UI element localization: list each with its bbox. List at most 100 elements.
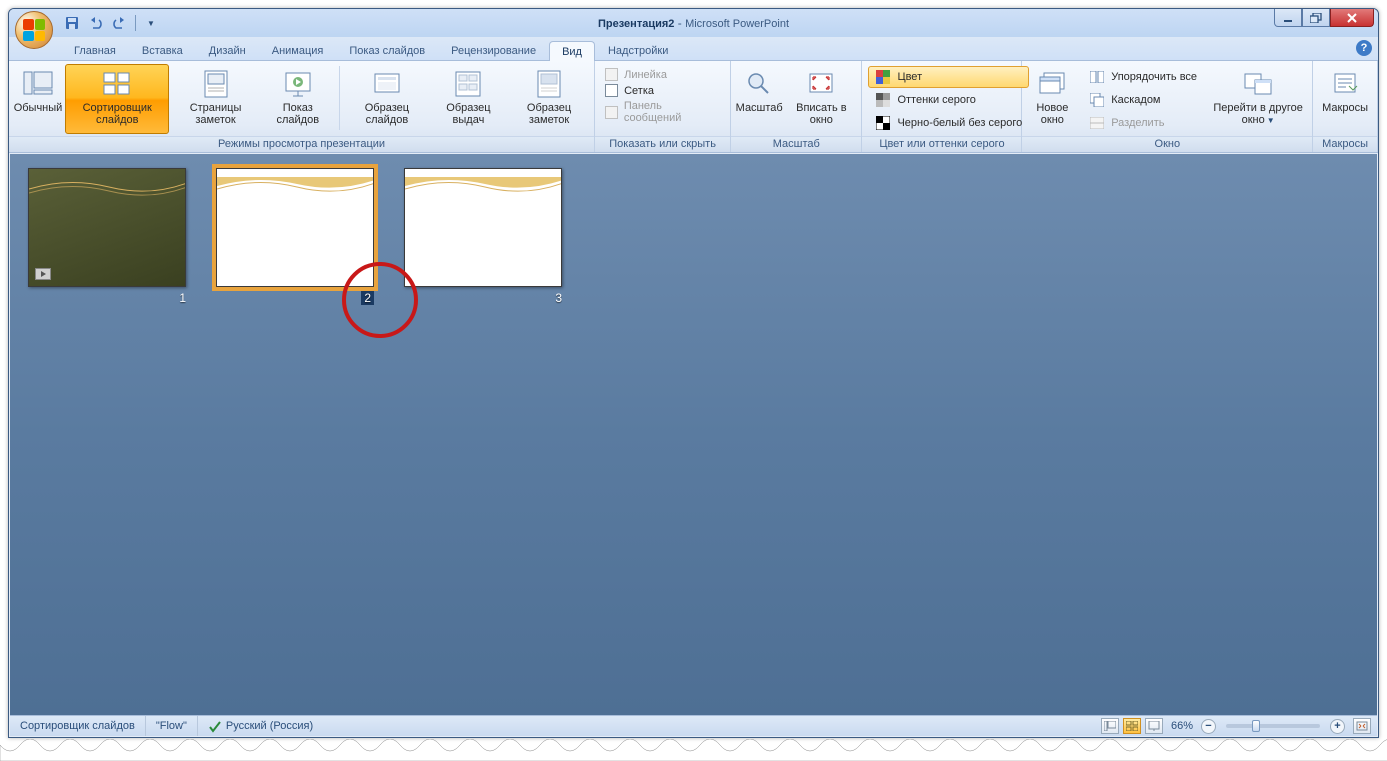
group-label-zoom: Масштаб [731,136,861,152]
zoom-in-button[interactable]: + [1330,719,1345,734]
slideshow-icon [284,71,312,97]
redo-icon [113,16,127,30]
zoom-icon [746,71,772,97]
slideshow-view-icon [1148,721,1160,731]
slide-master-icon [373,72,401,96]
fit-to-window-button[interactable]: Вписать в окно [785,64,857,134]
qat-separator [135,15,136,31]
switch-windows-button[interactable]: Перейти в другое окно▼ [1208,64,1308,134]
slide-thumb[interactable] [404,168,562,287]
normal-view-button[interactable]: Обычный [13,64,63,134]
notes-master-icon [537,70,561,98]
slide-wave-decor [405,177,562,197]
slideshow-button[interactable]: Показ слайдов [262,64,334,134]
split-icon [1089,115,1105,131]
customize-qat-button[interactable]: ▼ [140,12,162,34]
slide-number: 1 [179,291,186,305]
status-theme[interactable]: "Flow" [146,716,198,736]
dropdown-icon: ▼ [1267,116,1275,125]
normal-view-icon [23,71,53,97]
minimize-icon [1283,13,1293,23]
ribbon-tabs: Главная Вставка Дизайн Анимация Показ сл… [9,37,1378,61]
grayscale-button[interactable]: Оттенки серого [868,89,1029,111]
tab-addins[interactable]: Надстройки [595,40,681,60]
restore-button[interactable] [1302,9,1330,27]
ribbon: Обычный Сортировщик слайдов Страницы зам… [9,61,1378,153]
fit-icon [1356,721,1368,731]
arrange-all-button[interactable]: Упорядочить все [1082,66,1204,88]
gridlines-checkbox[interactable]: Сетка [605,84,720,97]
checkbox-icon [605,68,618,81]
zoom-button[interactable]: Масштаб [735,64,783,134]
notes-page-icon [204,70,228,98]
split-button: Разделить [1082,112,1204,134]
normal-view-shortcut[interactable] [1101,718,1119,734]
group-zoom: Масштаб Вписать в окно Масштаб [731,61,862,152]
group-label-macros: Макросы [1313,136,1377,152]
redo-button[interactable] [109,12,131,34]
tab-design[interactable]: Дизайн [196,40,259,60]
cascade-icon [1089,92,1105,108]
group-presentation-views: Обычный Сортировщик слайдов Страницы зам… [9,61,595,152]
arrange-all-icon [1089,69,1105,85]
undo-icon [88,16,104,30]
fit-slide-button[interactable] [1353,718,1371,734]
blackwhite-icon [875,115,891,131]
status-language[interactable]: Русский (Россия) [198,716,323,736]
titlebar: ▼ Презентация2 - Microsoft PowerPoint [9,9,1378,37]
slide-thumbnail-2[interactable]: 2 [216,168,374,305]
slideshow-view-shortcut[interactable] [1145,718,1163,734]
fit-window-icon [808,72,834,96]
close-button[interactable] [1330,9,1374,27]
slide-thumb[interactable] [216,168,374,287]
notes-page-button[interactable]: Страницы заметок [171,64,259,134]
group-label-showhide: Показать или скрыть [595,136,730,152]
slide-sorter-button[interactable]: Сортировщик слайдов [65,64,169,134]
tab-review[interactable]: Рецензирование [438,40,549,60]
status-view-mode[interactable]: Сортировщик слайдов [10,716,146,736]
slide-sorter-area[interactable]: 1 2 3 [10,154,1377,715]
cascade-button[interactable]: Каскадом [1082,89,1204,111]
color-button[interactable]: Цвет [868,66,1029,88]
minimize-button[interactable] [1274,9,1302,27]
pure-blackwhite-button[interactable]: Черно-белый без серого [868,112,1029,134]
tab-home[interactable]: Главная [61,40,129,60]
tab-view[interactable]: Вид [549,41,595,61]
zoom-slider-thumb[interactable] [1252,720,1260,732]
slide-master-button[interactable]: Образец слайдов [345,64,429,134]
restore-icon [1310,13,1322,23]
tab-insert[interactable]: Вставка [129,40,196,60]
new-window-button[interactable]: Новое окно [1026,64,1078,134]
notes-master-button[interactable]: Образец заметок [508,64,590,134]
undo-button[interactable] [85,12,107,34]
save-button[interactable] [61,12,83,34]
slide-wave-decor [217,177,374,197]
slide-thumbnail-1[interactable]: 1 [28,168,186,305]
switch-windows-icon [1243,72,1273,96]
sorter-view-shortcut[interactable] [1123,718,1141,734]
sorter-view-icon [1126,721,1138,731]
office-button[interactable] [15,11,53,49]
slide-number: 2 [361,291,374,305]
help-icon: ? [1361,42,1368,54]
group-window: Новое окно Упорядочить все Каскадом Разд… [1022,61,1313,152]
tab-slideshow[interactable]: Показ слайдов [336,40,438,60]
message-bar-checkbox: Панель сообщений [605,100,720,124]
group-show-hide: Линейка Сетка Панель сообщений Показать … [595,61,731,152]
macros-button[interactable]: Макросы [1317,64,1373,134]
macros-icon [1332,71,1358,97]
group-color-grayscale: Цвет Оттенки серого Черно-белый без серо… [862,61,1022,152]
help-button[interactable]: ? [1356,40,1372,56]
tab-animation[interactable]: Анимация [259,40,337,60]
ruler-checkbox: Линейка [605,68,720,81]
window-controls [1274,9,1374,27]
slide-thumbnail-3[interactable]: 3 [404,168,562,305]
group-label-color: Цвет или оттенки серого [862,136,1021,152]
checkbox-icon [605,84,618,97]
color-icon [875,69,891,85]
zoom-level[interactable]: 66% [1171,720,1193,732]
zoom-slider[interactable] [1226,724,1320,728]
zoom-out-button[interactable]: − [1201,719,1216,734]
handout-master-button[interactable]: Образец выдач [431,64,506,134]
slide-thumb[interactable] [28,168,186,287]
